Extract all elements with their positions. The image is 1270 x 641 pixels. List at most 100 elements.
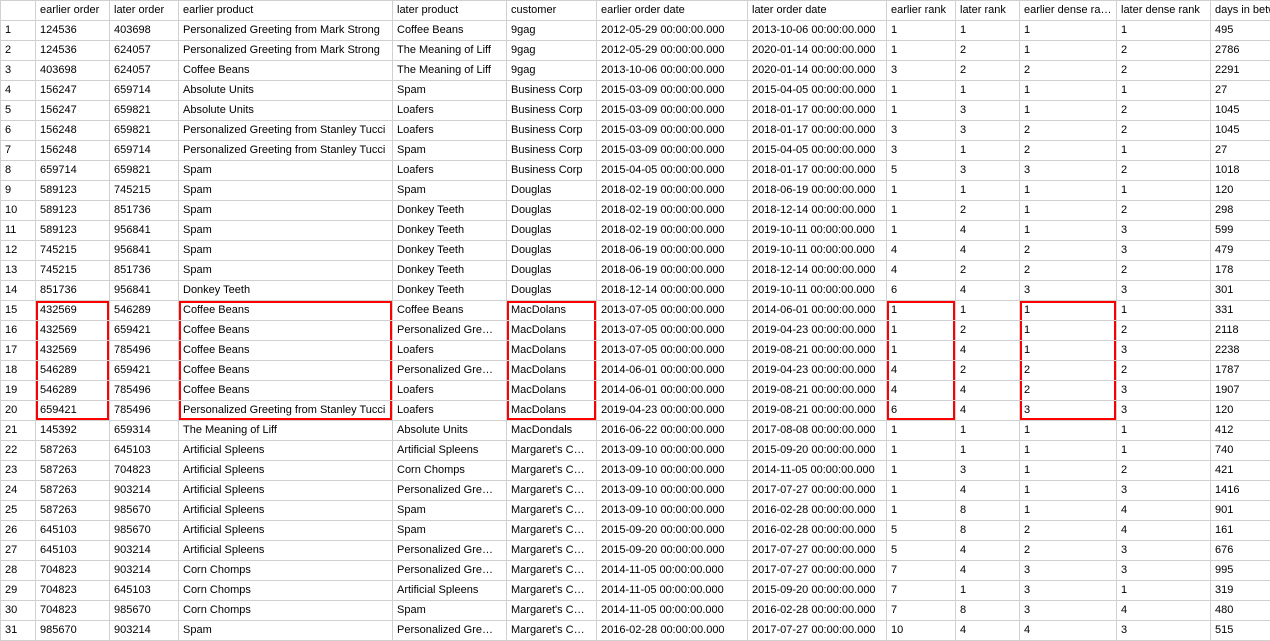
cell[interactable]: 432569 — [36, 321, 110, 341]
cell[interactable]: 2013-10-06 00:00:00.000 — [597, 61, 748, 81]
cell[interactable]: 2014-11-05 00:00:00.000 — [597, 601, 748, 621]
cell[interactable]: Margaret's C… — [507, 561, 597, 581]
cell[interactable]: 2 — [1117, 41, 1211, 61]
cell[interactable]: Spam — [393, 601, 507, 621]
cell[interactable]: Personalized Greeting from Mark Strong — [179, 21, 393, 41]
cell[interactable]: 1 — [1020, 441, 1117, 461]
cell[interactable]: Douglas — [507, 281, 597, 301]
cell[interactable]: 2015-03-09 00:00:00.000 — [597, 121, 748, 141]
cell[interactable]: Coffee Beans — [179, 381, 393, 401]
cell[interactable]: Personalized Greeting from Mark Strong — [179, 41, 393, 61]
cell[interactable]: Business Corp — [507, 121, 597, 141]
cell[interactable]: 1 — [1117, 421, 1211, 441]
cell[interactable]: Artificial Spleens — [393, 581, 507, 601]
table-row[interactable]: 7156248659714Personalized Greeting from … — [1, 141, 1270, 161]
table-row[interactable]: 4156247659714Absolute UnitsSpamBusiness … — [1, 81, 1270, 101]
cell[interactable]: MacDolans — [507, 321, 597, 341]
cell[interactable]: 2018-06-19 00:00:00.000 — [597, 241, 748, 261]
cell[interactable]: 2017-07-27 00:00:00.000 — [748, 481, 887, 501]
cell[interactable]: 4 — [887, 361, 956, 381]
cell[interactable]: 2015-03-09 00:00:00.000 — [597, 101, 748, 121]
cell[interactable]: 3 — [1020, 401, 1117, 421]
cell[interactable]: 2015-04-05 00:00:00.000 — [748, 81, 887, 101]
cell[interactable]: 2018-12-14 00:00:00.000 — [748, 261, 887, 281]
cell[interactable]: 4 — [1117, 601, 1211, 621]
table-row[interactable]: 17432569785496Coffee BeansLoafersMacDola… — [1, 341, 1270, 361]
cell[interactable]: 1 — [956, 81, 1020, 101]
cell[interactable]: MacDolans — [507, 401, 597, 421]
table-row[interactable]: 23587263704823Artificial SpleensCorn Cho… — [1, 461, 1270, 481]
cell[interactable]: 3 — [1117, 221, 1211, 241]
cell[interactable]: 2 — [956, 201, 1020, 221]
cell[interactable]: 659421 — [110, 361, 179, 381]
cell[interactable]: 1 — [1020, 81, 1117, 101]
cell[interactable]: 587263 — [36, 481, 110, 501]
cell[interactable]: 2014-11-05 00:00:00.000 — [597, 561, 748, 581]
cell[interactable]: 851736 — [110, 261, 179, 281]
cell[interactable]: 3 — [1117, 341, 1211, 361]
cell[interactable]: 3 — [887, 61, 956, 81]
table-row[interactable]: 21145392659314The Meaning of LiffAbsolut… — [1, 421, 1270, 441]
cell[interactable]: 1 — [1117, 581, 1211, 601]
cell[interactable]: 1 — [1117, 141, 1211, 161]
cell[interactable]: 161 — [1211, 521, 1270, 541]
cell[interactable]: Personalized Gre… — [393, 621, 507, 641]
cell[interactable]: 2019-04-23 00:00:00.000 — [748, 321, 887, 341]
cell[interactable]: 1 — [1020, 101, 1117, 121]
cell[interactable]: 589123 — [36, 181, 110, 201]
cell[interactable]: 1 — [1020, 41, 1117, 61]
cell[interactable]: 2 — [1020, 521, 1117, 541]
cell[interactable]: 659314 — [110, 421, 179, 441]
cell[interactable]: 3 — [1117, 401, 1211, 421]
cell[interactable]: 985670 — [110, 601, 179, 621]
cell[interactable]: 704823 — [36, 601, 110, 621]
cell[interactable]: 495 — [1211, 21, 1270, 41]
cell[interactable]: Donkey Teeth — [393, 281, 507, 301]
cell[interactable]: 2014-06-01 00:00:00.000 — [748, 301, 887, 321]
cell[interactable]: 3 — [956, 101, 1020, 121]
cell[interactable]: 1 — [887, 101, 956, 121]
cell[interactable]: 27 — [1211, 81, 1270, 101]
cell[interactable]: 3 — [1020, 281, 1117, 301]
cell[interactable]: 2017-07-27 00:00:00.000 — [748, 561, 887, 581]
cell[interactable]: 3 — [887, 141, 956, 161]
cell[interactable]: 1 — [887, 501, 956, 521]
cell[interactable]: 2019-04-23 00:00:00.000 — [597, 401, 748, 421]
cell[interactable]: Corn Chomps — [393, 461, 507, 481]
cell[interactable]: 421 — [1211, 461, 1270, 481]
cell[interactable]: 2016-02-28 00:00:00.000 — [748, 501, 887, 521]
cell[interactable]: 3 — [956, 121, 1020, 141]
table-row[interactable]: 28704823903214Corn ChompsPersonalized Gr… — [1, 561, 1270, 581]
cell[interactable]: 4 — [956, 381, 1020, 401]
cell[interactable]: 124536 — [36, 41, 110, 61]
cell[interactable]: 2 — [956, 41, 1020, 61]
cell[interactable]: 2018-01-17 00:00:00.000 — [748, 161, 887, 181]
cell[interactable]: 676 — [1211, 541, 1270, 561]
cell[interactable]: 956841 — [110, 281, 179, 301]
cell[interactable]: 4 — [887, 241, 956, 261]
cell[interactable]: Donkey Teeth — [393, 261, 507, 281]
cell[interactable]: 515 — [1211, 621, 1270, 641]
cell[interactable]: 2013-09-10 00:00:00.000 — [597, 501, 748, 521]
cell[interactable]: 745215 — [110, 181, 179, 201]
cell[interactable]: MacDondals — [507, 421, 597, 441]
cell[interactable]: 745215 — [36, 241, 110, 261]
col-later-order[interactable]: later order — [110, 1, 179, 21]
cell[interactable]: 785496 — [110, 381, 179, 401]
cell[interactable]: Artificial Spleens — [179, 501, 393, 521]
table-row[interactable]: 16432569659421Coffee BeansPersonalized G… — [1, 321, 1270, 341]
cell[interactable]: The Meaning of Liff — [393, 41, 507, 61]
cell[interactable]: The Meaning of Liff — [179, 421, 393, 441]
cell[interactable]: 6 — [887, 281, 956, 301]
cell[interactable]: 2013-09-10 00:00:00.000 — [597, 481, 748, 501]
col-later-product[interactable]: later product — [393, 1, 507, 21]
cell[interactable]: 956841 — [110, 221, 179, 241]
cell[interactable]: 645103 — [110, 441, 179, 461]
cell[interactable]: 2 — [1020, 361, 1117, 381]
table-row[interactable]: 9589123745215SpamSpamDouglas2018-02-19 0… — [1, 181, 1270, 201]
cell[interactable]: 2 — [1117, 201, 1211, 221]
cell[interactable]: 1 — [1117, 21, 1211, 41]
cell[interactable]: Business Corp — [507, 141, 597, 161]
table-row[interactable]: 26645103985670Artificial SpleensSpamMarg… — [1, 521, 1270, 541]
cell[interactable]: 156247 — [36, 81, 110, 101]
